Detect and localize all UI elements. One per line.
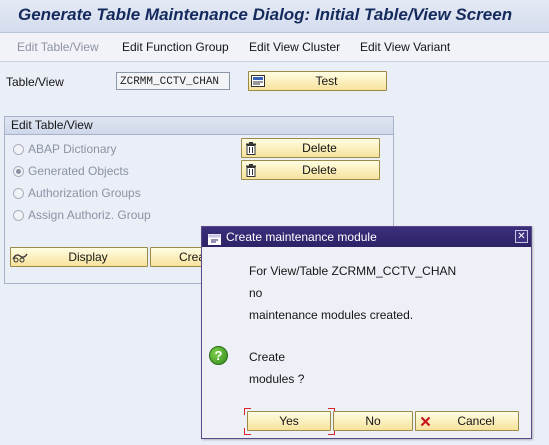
radio-circle — [13, 143, 24, 155]
dialog-message-line-1: For View/Table ZCRMM_CCTV_CHAN — [249, 264, 457, 278]
page-title: Generate Table Maintenance Dialog: Initi… — [18, 5, 513, 24]
yes-button[interactable]: Yes — [247, 411, 331, 431]
dialog-titlebar: Create maintenance module ✕ — [202, 227, 531, 247]
radio-circle — [13, 187, 24, 199]
no-button[interactable]: No — [333, 411, 413, 431]
trash-icon — [242, 163, 260, 177]
focus-corner-bl — [244, 428, 251, 435]
dialog-question-line-2: modules ? — [249, 372, 305, 386]
radio-label: Authorization Groups — [28, 186, 141, 200]
table-view-label: Table/View — [6, 75, 64, 89]
radio-assign-authoriz-group: Assign Authoriz. Group — [13, 208, 151, 222]
cancel-button[interactable]: Cancel — [415, 411, 519, 431]
test-icon — [249, 75, 267, 87]
close-icon[interactable]: ✕ — [515, 230, 528, 243]
radio-circle-selected — [13, 165, 24, 177]
group-title: Edit Table/View — [5, 117, 393, 135]
delete-button-2[interactable]: Delete — [241, 160, 380, 180]
create-maintenance-module-dialog: Create maintenance module ✕ For View/Tab… — [201, 226, 532, 439]
dialog-window-icon — [208, 231, 221, 251]
radio-abap-dictionary: ABAP Dictionary — [13, 142, 116, 156]
menu-edit-function-group[interactable]: Edit Function Group — [122, 40, 229, 54]
radio-label: Generated Objects — [28, 164, 129, 178]
dialog-question-line-1: Create — [249, 350, 286, 364]
radio-label: ABAP Dictionary — [28, 142, 117, 156]
radio-authorization-groups: Authorization Groups — [13, 186, 141, 200]
radio-circle — [13, 209, 24, 221]
dialog-message-line-2: no — [249, 286, 263, 300]
focus-corner-tl — [244, 408, 251, 415]
test-button[interactable]: Test — [248, 71, 387, 91]
cancel-button-label: Cancel — [457, 414, 495, 428]
dialog-message-line-3: maintenance modules created. — [249, 308, 414, 322]
display-button-label: Display — [68, 250, 108, 264]
yes-button-label: Yes — [279, 414, 299, 428]
test-button-label: Test — [315, 74, 338, 88]
delete-button-label: Delete — [302, 141, 337, 155]
radio-generated-objects: Generated Objects — [13, 164, 129, 178]
menu-edit-view-cluster[interactable]: Edit View Cluster — [249, 40, 340, 54]
radio-label: Assign Authoriz. Group — [28, 208, 151, 222]
title-bar: Generate Table Maintenance Dialog: Initi… — [0, 0, 549, 33]
question-icon: ? — [209, 346, 228, 365]
menu-bar: Edit Table/View Edit Function Group Edit… — [0, 33, 549, 62]
trash-icon — [242, 141, 260, 155]
dialog-title: Create maintenance module — [226, 230, 377, 244]
display-icon — [11, 251, 29, 263]
table-view-input[interactable]: ZCRMM_CCTV_CHAN — [116, 72, 230, 90]
delete-button-1[interactable]: Delete — [241, 138, 380, 158]
display-button[interactable]: Display — [10, 247, 148, 267]
menu-edit-table-view: Edit Table/View — [17, 40, 99, 54]
cancel-x-icon — [416, 416, 434, 427]
no-button-label: No — [365, 414, 381, 428]
menu-edit-view-variant[interactable]: Edit View Variant — [360, 40, 450, 54]
delete-button-label: Delete — [302, 163, 337, 177]
